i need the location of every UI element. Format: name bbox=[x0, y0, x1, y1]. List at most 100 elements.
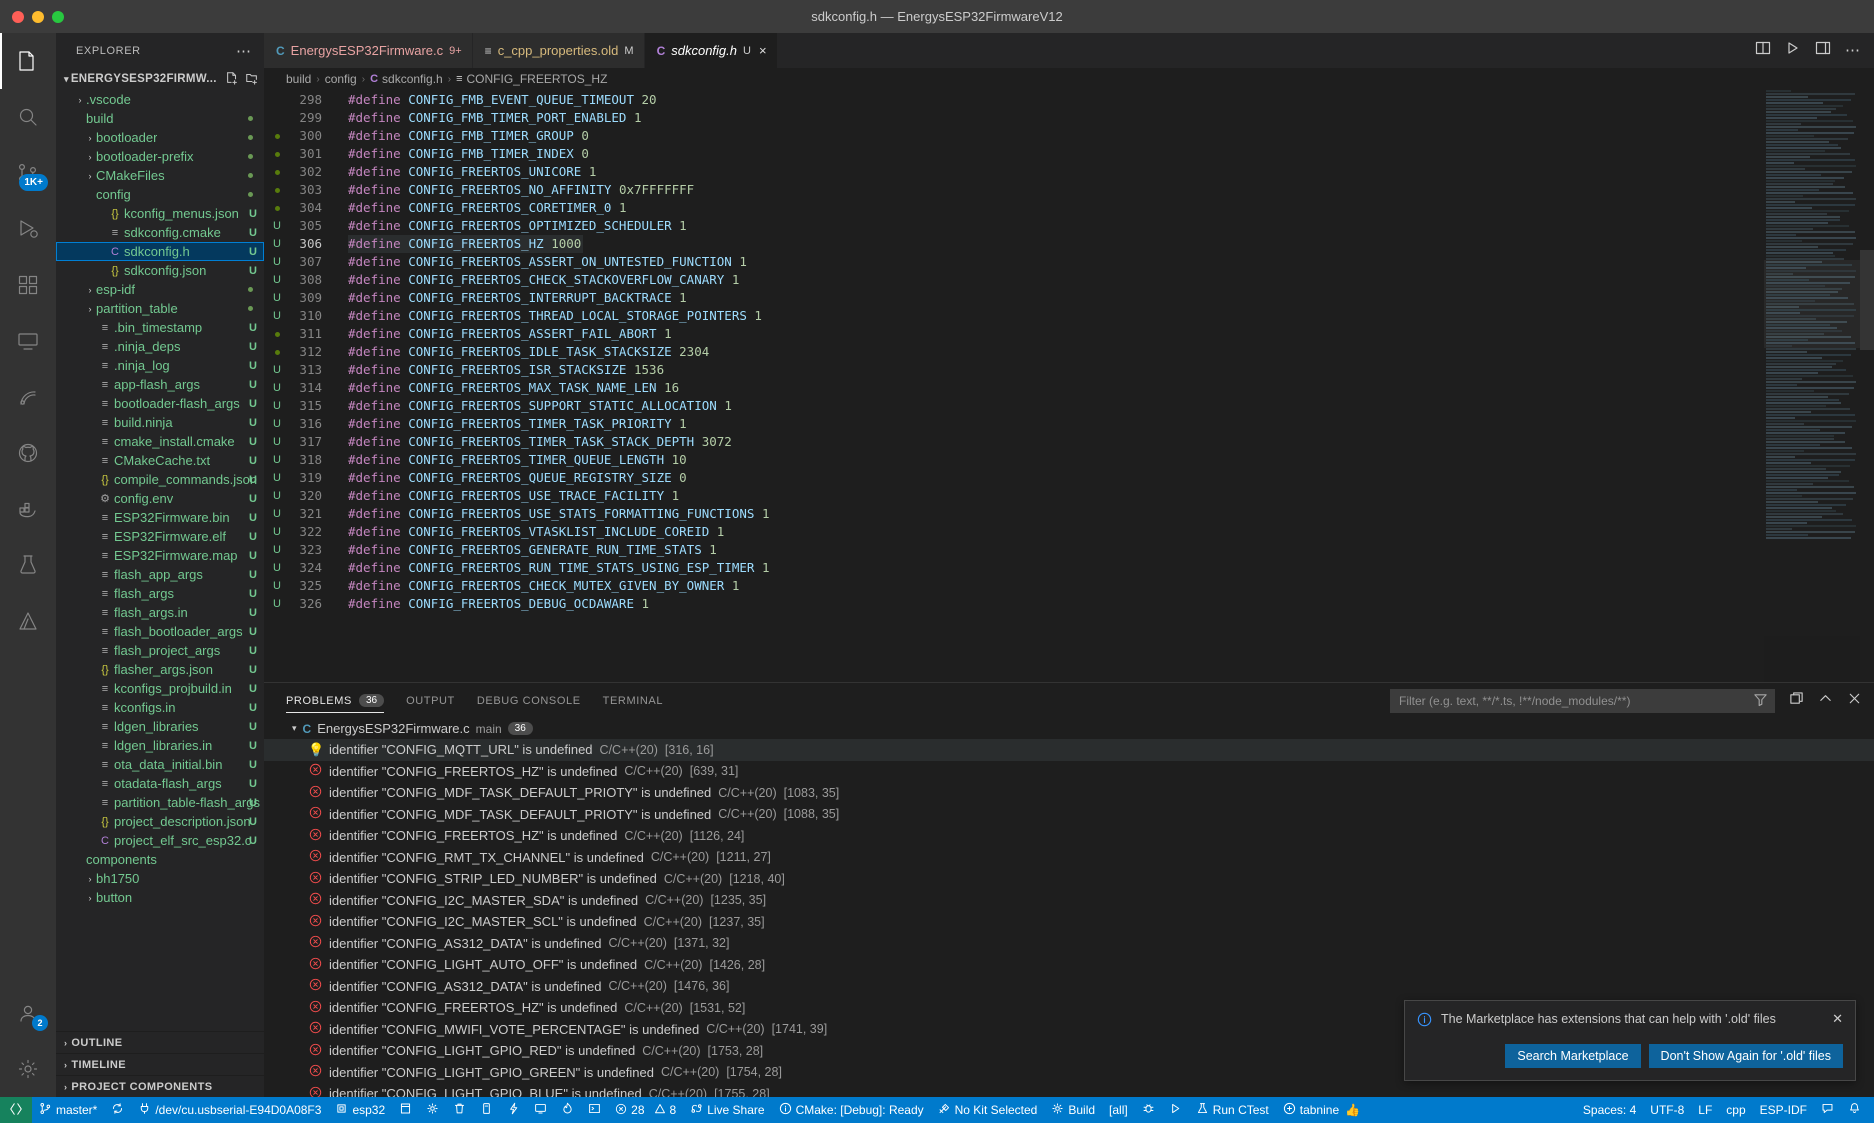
status-gear[interactable] bbox=[419, 1097, 446, 1123]
status-utf-8[interactable]: UTF-8 bbox=[1643, 1097, 1691, 1123]
filter-icon[interactable] bbox=[1753, 692, 1768, 710]
breadcrumb[interactable]: build › config › Csdkconfig.h › ≡ CONFIG_FREERT… bbox=[264, 68, 1874, 90]
code-line[interactable]: #define CONFIG_FREERTOS_OPTIMIZED_SCHEDU… bbox=[334, 217, 1874, 235]
code-line[interactable]: #define CONFIG_FREERTOS_ISR_STACKSIZE 15… bbox=[334, 361, 1874, 379]
close-window-button[interactable] bbox=[12, 11, 24, 23]
tree-item[interactable]: › partition_table bbox=[56, 299, 264, 318]
activitybar-cmake[interactable] bbox=[0, 593, 56, 649]
tree-item[interactable]: › button bbox=[56, 888, 264, 907]
tree-item[interactable]: Cproject_elf_src_esp32.c U bbox=[56, 831, 264, 850]
breadcrumb-item[interactable]: config bbox=[325, 72, 357, 86]
search-marketplace-button[interactable]: Search Marketplace bbox=[1505, 1044, 1640, 1068]
tree-item[interactable]: {} kconfig_menus.json U bbox=[56, 204, 264, 223]
problem-row[interactable]: identifier "CONFIG_LIGHT_AUTO_OFF" is un… bbox=[264, 954, 1874, 976]
dont-show-again-button[interactable]: Don't Show Again for '.old' files bbox=[1649, 1044, 1843, 1068]
sidebar-section-outline[interactable]: › OUTLINE bbox=[56, 1031, 264, 1053]
status-trash[interactable] bbox=[446, 1097, 473, 1123]
problem-row[interactable]: identifier "CONFIG_MDF_TASK_DEFAULT_PRIO… bbox=[264, 782, 1874, 804]
chevron-icon[interactable]: › bbox=[84, 874, 96, 884]
tree-item[interactable]: ≡ otadata-flash_args U bbox=[56, 774, 264, 793]
new-file-icon[interactable] bbox=[225, 71, 239, 88]
breadcrumb-item[interactable]: ≡ CONFIG_FREERTOS_HZ bbox=[456, 72, 607, 86]
code-line[interactable]: #define CONFIG_FMB_EVENT_QUEUE_TIMEOUT 2… bbox=[334, 91, 1874, 109]
tree-item[interactable]: ⱟ build bbox=[56, 109, 264, 128]
tree-item[interactable]: ⱟ config bbox=[56, 185, 264, 204]
code-line[interactable]: #define CONFIG_FREERTOS_MAX_TASK_NAME_LE… bbox=[334, 379, 1874, 397]
activitybar-source-control[interactable]: 1K+ bbox=[0, 145, 56, 201]
chevron-icon[interactable]: ⱟ bbox=[74, 114, 86, 124]
code-editor[interactable]: UUUUUUUUUUUUUUUUUUUU 298 299 300 301 302 303 3… bbox=[264, 90, 1874, 682]
tree-item[interactable]: › CMakeFiles bbox=[56, 166, 264, 185]
code-line[interactable]: #define CONFIG_FREERTOS_CHECK_STACKOVERF… bbox=[334, 271, 1874, 289]
status-flash[interactable] bbox=[473, 1097, 500, 1123]
tree-item[interactable]: › bootloader bbox=[56, 128, 264, 147]
close-icon[interactable]: ✕ bbox=[1832, 1011, 1843, 1027]
chevron-icon[interactable]: › bbox=[84, 304, 96, 314]
split-panel-icon[interactable] bbox=[1789, 691, 1804, 711]
tree-item[interactable]: › .vscode bbox=[56, 90, 264, 109]
status-dev-cu-usbserial-e94d0a08f3[interactable]: /dev/cu.usbserial-E94D0A08F3 bbox=[131, 1097, 328, 1123]
new-folder-icon[interactable] bbox=[245, 71, 259, 88]
activitybar-run-debug[interactable] bbox=[0, 201, 56, 257]
status-bell[interactable] bbox=[1841, 1097, 1868, 1123]
explorer-root-folder[interactable]: ▾ ENERGYSESP32FIRMW... bbox=[56, 68, 264, 90]
code-line[interactable]: #define CONFIG_FREERTOS_INTERRUPT_BACKTR… bbox=[334, 289, 1874, 307]
tree-item[interactable]: ⚙ config.env U bbox=[56, 489, 264, 508]
chevron-icon[interactable]: › bbox=[84, 133, 96, 143]
panel-tab-output[interactable]: OUTPUT bbox=[406, 683, 455, 718]
tree-item[interactable]: ≡ flash_bootloader_args U bbox=[56, 622, 264, 641]
notification-toast[interactable]: The Marketplace has extensions that can … bbox=[1404, 1000, 1856, 1081]
code-line[interactable]: #define CONFIG_FREERTOS_IDLE_TASK_STACKS… bbox=[334, 343, 1874, 361]
tree-item[interactable]: › bootloader-prefix bbox=[56, 147, 264, 166]
code-line[interactable]: #define CONFIG_FREERTOS_SUPPORT_STATIC_A… bbox=[334, 397, 1874, 415]
status-flash-target[interactable] bbox=[392, 1097, 419, 1123]
code-line[interactable]: #define CONFIG_FREERTOS_CORETIMER_0 1 bbox=[334, 199, 1874, 217]
tree-item[interactable]: {} project_description.json U bbox=[56, 812, 264, 831]
panel-tab-debug-console[interactable]: DEBUG CONSOLE bbox=[477, 683, 581, 718]
tree-item[interactable]: {} flasher_args.json U bbox=[56, 660, 264, 679]
code-line[interactable]: #define CONFIG_FREERTOS_ASSERT_ON_UNTEST… bbox=[334, 253, 1874, 271]
problem-row[interactable]: identifier "CONFIG_FREERTOS_HZ" is undef… bbox=[264, 761, 1874, 783]
breadcrumb-item[interactable]: build bbox=[286, 72, 311, 86]
tree-item[interactable]: ≡ bootloader-flash_args U bbox=[56, 394, 264, 413]
problems-filter[interactable] bbox=[1390, 689, 1775, 713]
status-flame[interactable] bbox=[554, 1097, 581, 1123]
status-lf[interactable]: LF bbox=[1691, 1097, 1719, 1123]
code-line[interactable]: #define CONFIG_FREERTOS_TIMER_QUEUE_LENG… bbox=[334, 451, 1874, 469]
status-live-share[interactable]: Live Share bbox=[683, 1097, 771, 1123]
layout-icon[interactable] bbox=[1815, 40, 1831, 61]
tree-item[interactable]: ≡ ldgen_libraries.in U bbox=[56, 736, 264, 755]
tree-item[interactable]: Csdkconfig.h U bbox=[56, 242, 264, 261]
tree-item[interactable]: ≡ ESP32Firmware.bin U bbox=[56, 508, 264, 527]
chevron-icon[interactable]: › bbox=[74, 95, 86, 105]
status-esp32[interactable]: esp32 bbox=[328, 1097, 392, 1123]
editor-vertical-scrollbar[interactable] bbox=[1860, 90, 1874, 682]
panel-tab-problems[interactable]: PROBLEMS 36 bbox=[286, 683, 384, 718]
activitybar-remote-explorer[interactable] bbox=[0, 313, 56, 369]
status-bolt[interactable] bbox=[500, 1097, 527, 1123]
chevron-icon[interactable]: › bbox=[84, 152, 96, 162]
code-line[interactable]: #define CONFIG_FREERTOS_DEBUG_OCDAWARE 1 bbox=[334, 595, 1874, 613]
code-line[interactable]: #define CONFIG_FREERTOS_USE_STATS_FORMAT… bbox=[334, 505, 1874, 523]
code-line[interactable]: #define CONFIG_FREERTOS_TIMER_TASK_STACK… bbox=[334, 433, 1874, 451]
maximize-window-button[interactable] bbox=[52, 11, 64, 23]
code-line[interactable]: #define CONFIG_FREERTOS_UNICORE 1 bbox=[334, 163, 1874, 181]
breadcrumb-item[interactable]: Csdkconfig.h bbox=[370, 72, 443, 86]
code-line[interactable]: #define CONFIG_FREERTOS_QUEUE_REGISTRY_S… bbox=[334, 469, 1874, 487]
problem-row[interactable]: identifier "CONFIG_FREERTOS_HZ" is undef… bbox=[264, 825, 1874, 847]
activitybar-github[interactable] bbox=[0, 425, 56, 481]
minimize-window-button[interactable] bbox=[32, 11, 44, 23]
problem-row[interactable]: identifier "CONFIG_RMT_TX_CHANNEL" is un… bbox=[264, 847, 1874, 869]
chevron-up-icon[interactable] bbox=[1818, 691, 1833, 711]
problem-row[interactable]: identifier "CONFIG_AS312_DATA" is undefi… bbox=[264, 933, 1874, 955]
tree-item[interactable]: › bh1750 bbox=[56, 869, 264, 888]
chevron-icon[interactable]: ⱟ bbox=[74, 855, 86, 865]
tree-item[interactable]: ≡ ESP32Firmware.elf U bbox=[56, 527, 264, 546]
status-build[interactable]: Build bbox=[1044, 1097, 1102, 1123]
code-line[interactable]: #define CONFIG_FMB_TIMER_GROUP 0 bbox=[334, 127, 1874, 145]
status-28[interactable]: 28 8 bbox=[608, 1097, 683, 1123]
problem-row[interactable]: identifier "CONFIG_I2C_MASTER_SCL" is un… bbox=[264, 911, 1874, 933]
tree-item[interactable]: › esp-idf bbox=[56, 280, 264, 299]
activitybar-testing[interactable] bbox=[0, 537, 56, 593]
activitybar-accounts[interactable]: 2 bbox=[0, 985, 56, 1041]
